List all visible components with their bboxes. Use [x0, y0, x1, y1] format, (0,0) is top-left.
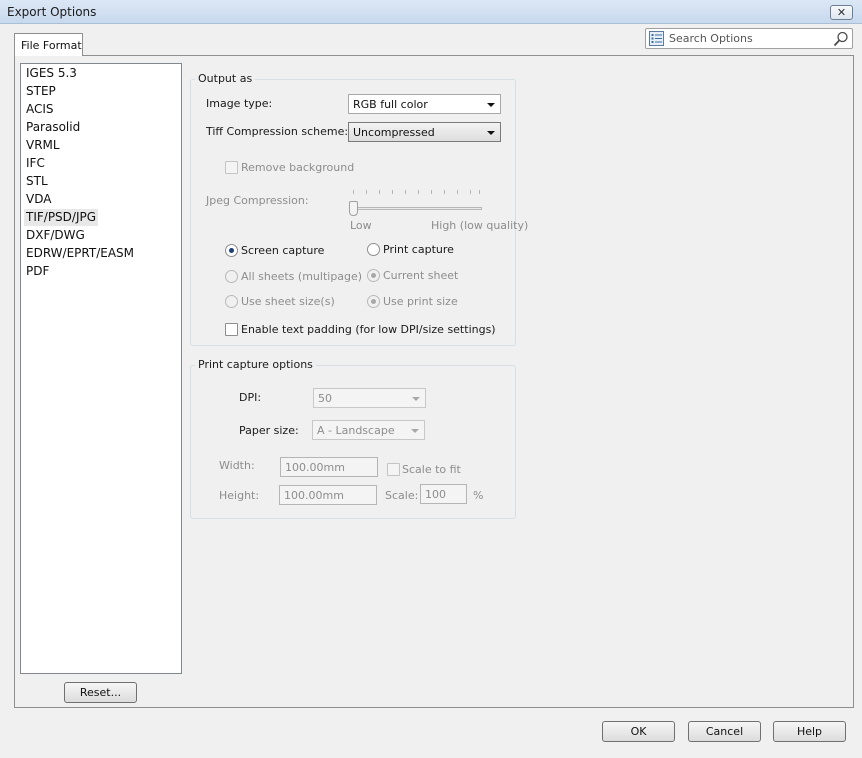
scale-to-fit-checkbox[interactable] [387, 463, 400, 476]
slider-tick [431, 190, 432, 194]
use-print-size-label: Use print size [383, 295, 458, 308]
jpeg-high-label: High (low quality) [431, 219, 529, 232]
use-sheet-size-label: Use sheet size(s) [241, 295, 335, 308]
slider-tick [366, 190, 367, 194]
slider-thumb[interactable] [349, 201, 358, 216]
format-item-pdf[interactable]: PDF [24, 263, 51, 280]
remove-background-label: Remove background [241, 161, 355, 174]
scale-field[interactable]: 100 [420, 484, 467, 504]
image-type-value: RGB full color [353, 98, 428, 111]
jpeg-compression-label: Jpeg Compression: [206, 194, 309, 207]
current-sheet-radio[interactable] [367, 269, 380, 282]
width-label: Width: [219, 459, 255, 472]
current-sheet-label: Current sheet [383, 269, 459, 282]
image-type-select[interactable]: RGB full color [348, 94, 501, 114]
slider-tick [379, 190, 380, 194]
chevron-down-icon [411, 429, 419, 433]
chevron-down-icon [487, 103, 495, 107]
jpeg-compression-slider[interactable] [349, 190, 482, 220]
tiff-compression-value: Uncompressed [353, 126, 435, 139]
slider-tick [444, 190, 445, 194]
format-item-step[interactable]: STEP [24, 83, 58, 100]
slider-track [350, 207, 482, 210]
image-type-label: Image type: [206, 97, 273, 110]
slider-tick [457, 190, 458, 194]
close-button[interactable]: ✕ [830, 5, 853, 20]
radio-dot [371, 299, 376, 304]
tiff-compression-label: Tiff Compression scheme: [206, 125, 349, 138]
screen-capture-label: Screen capture [241, 244, 325, 257]
reset-button[interactable]: Reset... [64, 682, 137, 703]
ok-button[interactable]: OK [602, 721, 675, 742]
all-sheets-label: All sheets (multipage) [241, 270, 363, 283]
cancel-button[interactable]: Cancel [688, 721, 761, 742]
height-field[interactable]: 100.00mm [279, 485, 377, 505]
slider-tick [479, 190, 480, 194]
enable-text-padding-label: Enable text padding (for low DPI/size se… [241, 323, 496, 336]
search-box[interactable] [645, 28, 853, 49]
paper-size-label: Paper size: [239, 424, 299, 437]
chevron-down-icon [412, 397, 420, 401]
format-item-stl[interactable]: STL [24, 173, 50, 190]
output-as-title: Output as [195, 72, 256, 85]
paper-size-select[interactable]: A - Landscape [312, 420, 425, 440]
tab-label: File Format [21, 39, 82, 52]
format-item-acis[interactable]: ACIS [24, 101, 56, 118]
format-item-tif-psd-jpg[interactable]: TIF/PSD/JPG [24, 209, 99, 226]
format-item-vrml[interactable]: VRML [24, 137, 62, 154]
scale-unit-label: % [473, 489, 484, 502]
options-list-icon [649, 31, 664, 46]
screen-capture-radio[interactable] [225, 244, 238, 257]
print-capture-radio[interactable] [367, 243, 380, 256]
slider-tick [418, 190, 419, 194]
slider-tick [405, 190, 406, 194]
slider-tick [392, 190, 393, 194]
magnifier-icon[interactable] [833, 31, 849, 47]
window-title: Export Options [7, 5, 97, 19]
all-sheets-radio[interactable] [225, 270, 238, 283]
remove-background-checkbox[interactable] [225, 161, 238, 174]
format-item-parasolid[interactable]: Parasolid [24, 119, 82, 136]
format-item-vda[interactable]: VDA [24, 191, 53, 208]
dpi-select[interactable]: 50 [313, 388, 426, 408]
help-button[interactable]: Help [773, 721, 846, 742]
title-bar: Export Options ✕ [0, 0, 862, 24]
close-icon: ✕ [836, 6, 847, 19]
enable-text-padding-checkbox[interactable] [225, 323, 238, 336]
tab-file-format[interactable]: File Format [14, 33, 83, 56]
tiff-compression-select[interactable]: Uncompressed [348, 122, 501, 142]
width-field[interactable]: 100.00mm [280, 457, 378, 477]
chevron-down-icon [487, 131, 495, 135]
slider-tick [353, 190, 354, 194]
scale-label: Scale: [385, 489, 419, 502]
format-item-edrw[interactable]: EDRW/EPRT/EASM [24, 245, 136, 262]
use-sheet-size-radio[interactable] [225, 295, 238, 308]
print-capture-label: Print capture [383, 243, 454, 256]
jpeg-low-label: Low [350, 219, 372, 232]
dpi-label: DPI: [239, 391, 262, 404]
radio-dot [371, 273, 376, 278]
format-item-iges[interactable]: IGES 5.3 [24, 65, 79, 82]
format-item-ifc[interactable]: IFC [24, 155, 47, 172]
print-capture-options-title: Print capture options [195, 358, 316, 371]
format-item-dxf-dwg[interactable]: DXF/DWG [24, 227, 87, 244]
scale-to-fit-label: Scale to fit [402, 463, 461, 476]
slider-tick [470, 190, 471, 194]
height-label: Height: [219, 489, 260, 502]
dpi-value: 50 [318, 392, 332, 405]
search-input[interactable] [667, 30, 829, 47]
paper-size-value: A - Landscape [317, 424, 395, 437]
radio-dot [229, 248, 234, 253]
format-list[interactable]: IGES 5.3 STEP ACIS Parasolid VRML IFC ST… [20, 63, 182, 674]
use-print-size-radio[interactable] [367, 295, 380, 308]
